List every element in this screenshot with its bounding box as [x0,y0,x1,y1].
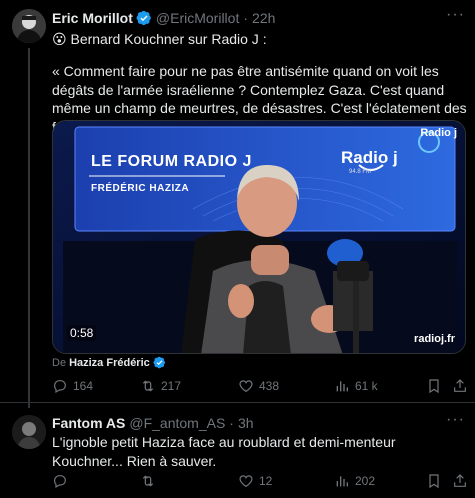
more-options-icon[interactable]: ··· [446,411,465,429]
author-handle[interactable]: @EricMorillot [156,10,239,26]
retweet-icon [142,380,154,392]
like-button[interactable]: 438 [238,378,279,394]
share-button[interactable] [452,378,473,394]
share-button[interactable] [452,473,473,489]
bookmark-icon [429,474,439,489]
retweet-button[interactable]: 217 [140,378,181,394]
tweet-time[interactable]: 3h [238,415,254,431]
tweet-text-intro: 😮 Bernard Kouchner sur Radio J : [52,31,267,47]
separator-dot: · [243,10,249,26]
views-button[interactable]: 202 [334,473,375,489]
tweet-main[interactable]: Eric Morillot @EricMorillot · 22h ··· 😮 … [0,0,475,408]
share-icon [454,474,466,487]
analytics-icon [336,476,348,487]
bookmark-button[interactable] [426,473,447,489]
radio-j-logo: Radio j [341,148,398,167]
tweet-actions: 12 202 [52,473,467,493]
avatar[interactable] [12,9,46,43]
video-player[interactable]: LE FORUM RADIO J FRÉDÉRIC HAZIZA Radio j… [52,120,466,354]
radio-frequency: 94.8 FM [349,169,372,175]
reply-icon [54,475,66,489]
retweet-button[interactable] [140,473,161,489]
like-button[interactable]: 12 [238,473,272,489]
video-duration: 0:58 [67,325,97,341]
retweet-count: 217 [161,379,182,393]
separator-dot: · [229,415,234,431]
retweet-icon [142,475,154,487]
analytics-icon [336,381,348,392]
thread-line [28,48,30,408]
credit-prefix: De [52,356,67,369]
reply-count: 164 [73,379,94,393]
author-name[interactable]: Fantom AS [52,415,125,431]
share-icon [454,379,466,392]
reply-button[interactable] [52,473,73,489]
reply-icon [54,380,66,394]
reply-button[interactable]: 164 [52,378,93,394]
heart-icon [239,475,253,488]
like-count: 438 [259,379,280,393]
verified-badge-icon [153,356,165,369]
tweet-text: L'ignoble petit Haziza face au roublard … [52,434,396,469]
views-button[interactable]: 61 k [334,378,378,394]
view-count: 202 [355,474,376,488]
tweet-header: Fantom AS @F_antom_AS · 3h [52,415,254,431]
author-handle[interactable]: @F_antom_AS [129,415,225,431]
tweet-actions: 164 217 438 61 k [52,378,467,398]
video-overlay-title: LE FORUM RADIO J [91,153,252,170]
video-overlay-subtitle: FRÉDÉRIC HAZIZA [91,183,190,194]
watermark-top: Radio j [420,127,457,139]
tweet-reply[interactable]: Fantom AS @F_antom_AS · 3h ··· L'ignoble… [0,402,475,498]
tweet-header: Eric Morillot @EricMorillot · 22h [52,10,275,26]
video-credit: De Haziza Frédéric [52,356,170,369]
heart-icon [239,380,253,393]
like-count: 12 [259,474,273,488]
bookmark-button[interactable] [426,378,447,394]
avatar[interactable] [12,415,46,449]
watermark-bottom: radioj.fr [414,333,455,345]
more-options-icon[interactable]: ··· [446,6,465,24]
bookmark-icon [429,379,439,394]
verified-badge-icon [136,10,151,26]
tweet-time[interactable]: 22h [252,10,275,26]
credit-name[interactable]: Haziza Frédéric [69,357,150,369]
view-count: 61 k [355,379,378,393]
author-name[interactable]: Eric Morillot [52,10,133,26]
